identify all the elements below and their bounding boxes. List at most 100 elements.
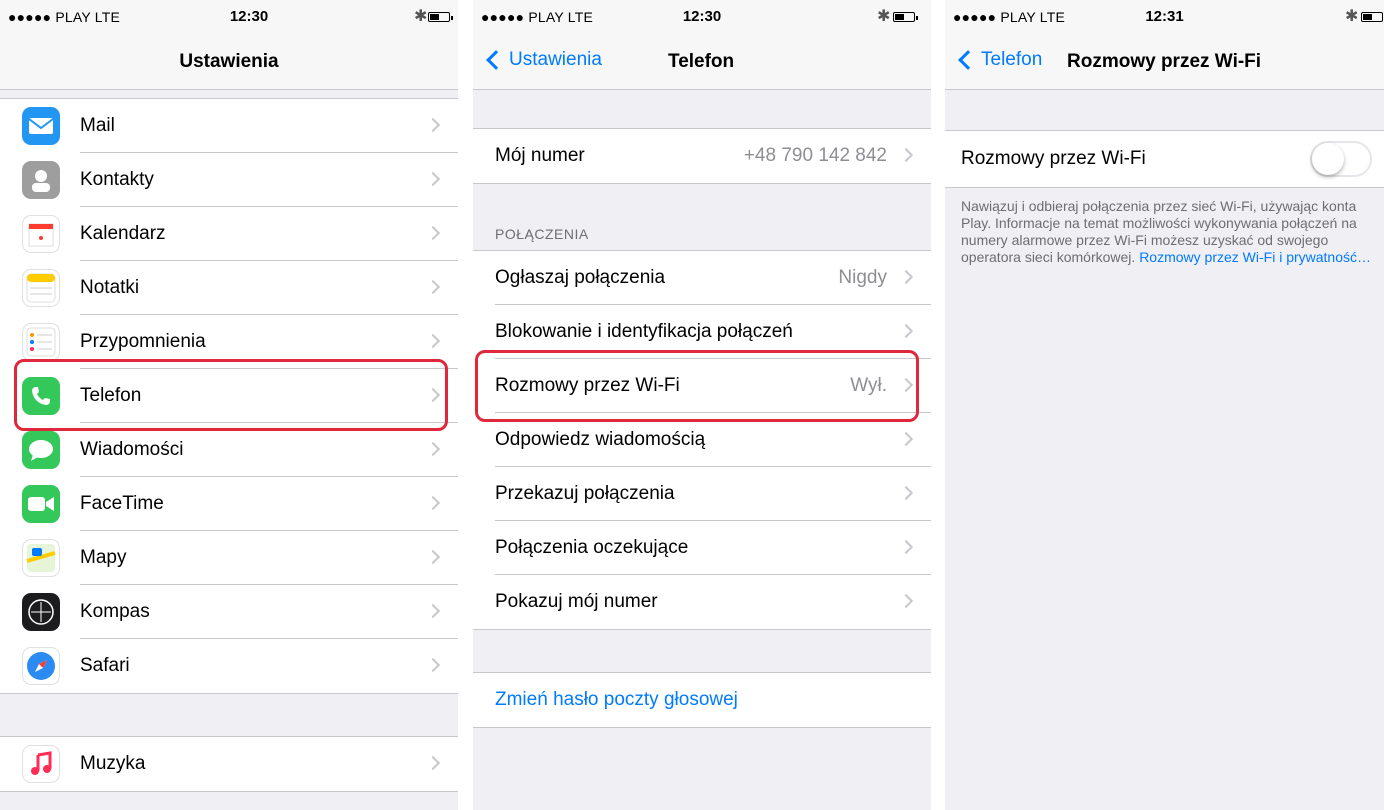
chevron-right-icon (425, 333, 441, 349)
wifi-calling-description: Nawiązuj i odbieraj połączenia przez sie… (961, 198, 1372, 266)
navigation-bar: Ustawienia (0, 30, 458, 90)
safari-icon (22, 647, 60, 685)
music-icon (22, 745, 60, 783)
phone-setting-label: Odpowiedz wiadomością (495, 429, 706, 450)
section-header: POŁĄCZENIA (495, 226, 589, 242)
settings-item-label: Muzyka (80, 753, 146, 774)
wifi-calling-highlight (475, 350, 919, 422)
chevron-right-icon (425, 755, 441, 771)
chevron-right-icon (425, 225, 441, 241)
settings-item-wiadomości[interactable]: Wiadomości (0, 423, 458, 477)
change-voicemail-password-row[interactable]: Zmień hasło poczty głosowej (473, 673, 931, 727)
clock: 12:31 (1145, 8, 1184, 25)
bluetooth-icon: ✱ (877, 8, 891, 25)
calendar-icon (22, 215, 60, 253)
chevron-right-icon (898, 485, 914, 501)
clock: 12:30 (229, 8, 269, 25)
my-number-group: Mój numer +48 790 142 842 (473, 128, 931, 184)
settings-item-kompas[interactable]: Kompas (0, 585, 458, 639)
mail-icon (22, 107, 60, 145)
settings-item-kalendarz[interactable]: Kalendarz (0, 207, 458, 261)
settings-item-label: Wiadomości (80, 439, 184, 460)
page-title: Telefon (668, 51, 735, 72)
bluetooth-icon: ✱ (414, 8, 428, 25)
phone-setting-row[interactable]: Pokazuj mój numer (473, 575, 931, 629)
status-bar: ●●●●● PLAY LTE 12:31 ✱ (945, 0, 1384, 30)
phone-setting-label: Pokazuj mój numer (495, 591, 658, 612)
calls-group: Ogłaszaj połączenia Nigdy Blokowanie i ide… (473, 250, 931, 630)
status-bar: ●●●●● PLAY LTE 12:30 ✱ (0, 0, 458, 30)
settings-item-label: Mapy (80, 547, 127, 568)
wifi-calling-group: Rozmowy przez Wi-Fi (945, 130, 1384, 188)
reminders-icon (22, 323, 60, 361)
chevron-right-icon (898, 431, 914, 447)
battery-icon (428, 12, 453, 22)
maps-icon (22, 539, 60, 577)
chevron-right-icon (898, 147, 914, 163)
chevron-left-icon (486, 50, 506, 70)
settings-item-label: Notatki (80, 277, 140, 298)
status-bar: ●●●●● PLAY LTE 12:30 ✱ (473, 0, 931, 30)
settings-item-label: Safari (80, 655, 130, 676)
settings-item-label: Mail (80, 115, 115, 136)
notes-icon (22, 269, 60, 307)
phone-setting-row[interactable]: Połączenia oczekujące (473, 521, 931, 575)
chevron-right-icon (425, 117, 441, 133)
change-voicemail-password-link[interactable]: Zmień hasło poczty głosowej (495, 689, 738, 711)
chevron-right-icon (898, 593, 914, 609)
wifi-calling-row: Rozmowy przez Wi-Fi (945, 131, 1384, 187)
settings-item-facetime[interactable]: FaceTime (0, 477, 458, 531)
chevron-right-icon (425, 657, 441, 673)
settings-item-mapy[interactable]: Mapy (0, 531, 458, 585)
settings-item-notatki[interactable]: Notatki (0, 261, 458, 315)
settings-item-label: FaceTime (80, 493, 164, 514)
chevron-right-icon (425, 549, 441, 565)
privacy-link[interactable]: Rozmowy przez Wi-Fi i prywatność… (1139, 249, 1371, 265)
phone-setting-label: Przekazuj połączenia (495, 483, 675, 504)
back-label: Ustawienia (509, 49, 602, 70)
settings-item-label: Przypomnienia (80, 331, 206, 352)
navigation-bar: Telefon Rozmowy przez Wi-Fi (945, 30, 1384, 90)
wifi-calling-screen: ●●●●● PLAY LTE 12:31 ✱ Telefon Rozmowy p… (945, 0, 1384, 810)
battery-icon (1361, 12, 1383, 22)
phone-setting-label: Połączenia oczekujące (495, 537, 689, 558)
phone-setting-value: Nigdy (838, 267, 887, 288)
settings-item-mail[interactable]: Mail (0, 99, 458, 153)
my-number-value: +48 790 142 842 (743, 145, 887, 166)
bluetooth-icon: ✱ (1345, 8, 1359, 25)
chevron-right-icon (898, 269, 914, 285)
telefon-highlight (14, 359, 448, 431)
navigation-bar: Ustawienia Telefon (473, 30, 931, 90)
chevron-right-icon (425, 441, 441, 457)
my-number-row[interactable]: Mój numer +48 790 142 842 (473, 129, 931, 183)
contacts-icon (22, 161, 60, 199)
phone-setting-row[interactable]: Przekazuj połączenia (473, 467, 931, 521)
page-title: Ustawienia (179, 51, 279, 72)
battery-icon (893, 12, 918, 22)
settings-item-label: Kontakty (80, 169, 154, 190)
page-title: Rozmowy przez Wi-Fi (1067, 51, 1262, 72)
phone-settings-screen: ●●●●● PLAY LTE 12:30 ✱ Ustawienia Telefo… (473, 0, 931, 810)
chevron-right-icon (425, 279, 441, 295)
settings-item-muzyka[interactable]: Muzyka (0, 737, 458, 791)
back-button[interactable]: Ustawienia (483, 49, 602, 71)
phone-setting-row[interactable]: Ogłaszaj połączenia Nigdy (473, 251, 931, 305)
facetime-icon (22, 485, 60, 523)
wifi-calling-label: Rozmowy przez Wi-Fi (961, 148, 1146, 169)
phone-setting-label: Blokowanie i identyfikacja połączeń (495, 321, 793, 342)
phone-setting-label: Ogłaszaj połączenia (495, 267, 666, 288)
settings-list-media: Muzyka (0, 736, 458, 792)
settings-item-label: Kalendarz (80, 223, 166, 244)
back-button[interactable]: Telefon (955, 49, 1042, 71)
chevron-right-icon (425, 495, 441, 511)
messages-icon (22, 431, 60, 469)
settings-item-safari[interactable]: Safari (0, 639, 458, 693)
voicemail-group: Zmień hasło poczty głosowej (473, 672, 931, 728)
chevron-right-icon (425, 603, 441, 619)
clock: 12:30 (682, 8, 722, 25)
settings-item-kontakty[interactable]: Kontakty (0, 153, 458, 207)
wifi-calling-toggle[interactable] (1310, 141, 1372, 177)
settings-screen: ●●●●● PLAY LTE 12:30 ✱ Ustawienia Mail Ko… (0, 0, 458, 810)
settings-item-label: Kompas (80, 601, 150, 622)
chevron-right-icon (898, 323, 914, 339)
